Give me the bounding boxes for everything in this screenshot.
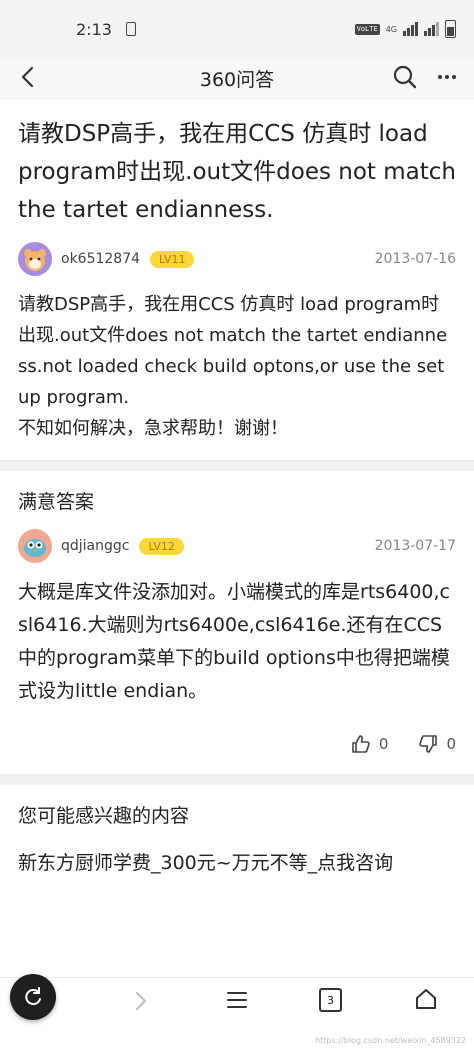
question-meta: ok6512874 LV11 2013-07-16: [18, 241, 456, 277]
home-button[interactable]: [414, 988, 438, 1014]
search-icon: [393, 65, 417, 89]
status-time: 2:13: [76, 19, 112, 39]
sim-icon: [125, 22, 136, 36]
search-button[interactable]: [392, 64, 418, 90]
recommend-title: 您可能感兴趣的内容: [18, 805, 190, 827]
like-button[interactable]: 0: [351, 734, 389, 754]
question-username[interactable]: ok6512874: [61, 251, 140, 267]
thumbs-up-icon: [352, 735, 370, 753]
avatar[interactable]: [18, 529, 52, 563]
network-type: 4G: [385, 24, 397, 34]
answer-username[interactable]: qdjianggc: [61, 538, 129, 554]
dislike-count: 0: [446, 735, 456, 753]
question-date: 2013-07-16: [374, 251, 456, 267]
system-strip: https://blog.csdn.net/weixin_4589322: [0, 1028, 474, 1053]
answer-section-title: 满意答案: [18, 491, 95, 513]
answer-date: 2013-07-17: [374, 538, 456, 554]
status-bar: 2:13 VoLTE 4G: [0, 0, 474, 58]
status-icons: VoLTE 4G: [354, 20, 456, 38]
volte-icon: VoLTE: [354, 23, 380, 35]
battery-icon: [445, 20, 456, 38]
question-body: 请教DSP高手，我在用CCS 仿真时 load program时出现.out文件…: [18, 294, 448, 439]
chevron-right-icon: [136, 992, 146, 1010]
answer-section: 满意答案 qdjianggc LV12 2013-07-17 大概是库文件没添加…: [0, 471, 474, 774]
section-divider: [0, 460, 474, 471]
nav-bar: 360问答: [0, 58, 474, 99]
more-dot-icon: [438, 75, 442, 79]
watermark-text: https://blog.csdn.net/weixin_4589322: [315, 1036, 466, 1045]
question-title: 请教DSP高手，我在用CCS 仿真时 load program时出现.out文件…: [18, 121, 456, 223]
like-count: 0: [378, 735, 389, 753]
menu-button[interactable]: [226, 990, 248, 1014]
recommend-section: 您可能感兴趣的内容 新东方厨师学费_300元~万元不等_点我咨询: [0, 785, 474, 875]
level-badge: LV11: [150, 250, 195, 268]
question-section: 请教DSP高手，我在用CCS 仿真时 load program时出现.out文件…: [0, 99, 474, 444]
menu-icon: [227, 992, 247, 1008]
refresh-button[interactable]: [10, 974, 56, 1020]
back-button[interactable]: [14, 64, 40, 90]
avatar-bird-icon: [24, 539, 46, 557]
refresh-icon: [25, 987, 41, 1006]
thumbs-down-icon: [419, 735, 438, 753]
chevron-left-icon: [21, 66, 34, 88]
avatar-hamster-icon: [24, 249, 46, 271]
home-icon: [416, 989, 436, 1009]
forward-button[interactable]: [134, 990, 148, 1016]
more-dot-icon: [452, 75, 456, 79]
answer-meta: qdjianggc LV12 2013-07-17: [18, 528, 456, 564]
answer-body: 大概是库文件没添加对。小端模式的库是rts6400,csl6416.大端则为rt…: [18, 581, 451, 702]
vote-bar: 0 0: [18, 708, 456, 774]
dislike-button[interactable]: 0: [418, 734, 456, 754]
more-button[interactable]: [434, 64, 460, 90]
more-dot-icon: [445, 75, 449, 79]
bottom-toolbar: 3: [0, 974, 474, 1028]
signal-2-icon: [424, 22, 439, 36]
level-badge: LV12: [139, 537, 184, 555]
signal-icon: [403, 22, 418, 36]
recommend-item[interactable]: 新东方厨师学费_300元~万元不等_点我咨询: [18, 848, 456, 875]
section-divider: [0, 774, 474, 785]
avatar[interactable]: [18, 242, 52, 276]
tabs-button[interactable]: 3: [319, 988, 342, 1012]
